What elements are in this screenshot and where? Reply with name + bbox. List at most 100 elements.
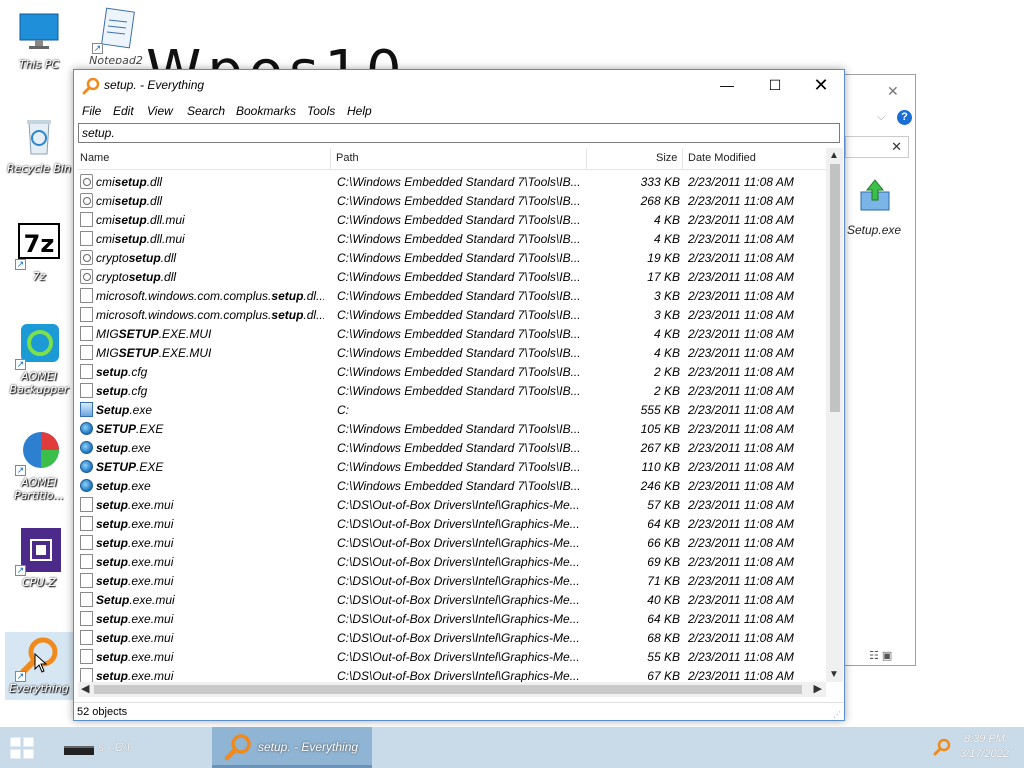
results-list[interactable]: ⌃ Name Path Size Date Modified cmisetup.… — [78, 148, 843, 682]
taskbar-item-everything[interactable]: setup. - Everything — [212, 727, 372, 768]
file-doc-icon — [80, 212, 93, 227]
column-header-path[interactable]: Path — [336, 152, 359, 164]
result-row[interactable]: setup.exe.mui C:\DS\Out-of-Box Drivers\In… — [78, 514, 826, 533]
menu-edit[interactable]: Edit — [113, 104, 134, 118]
resize-grip-icon[interactable]: ⋰ — [833, 710, 841, 719]
help-icon[interactable]: ? — [897, 110, 912, 125]
menu-bookmarks[interactable]: Bookmarks — [236, 104, 296, 118]
result-row[interactable]: setup.exe C:\Windows Embedded Standard 7\… — [78, 476, 826, 495]
menu-view[interactable]: View — [147, 104, 173, 118]
result-row[interactable]: setup.cfg C:\Windows Embedded Standard 7\… — [78, 362, 826, 381]
shortcut-arrow-icon: ↗ — [15, 565, 26, 576]
start-button[interactable] — [10, 737, 36, 759]
result-date: 2/23/2011 11:08 AM — [688, 631, 794, 645]
file-exe-icon — [80, 479, 93, 492]
chevron-down-icon[interactable]: ⌵ — [877, 111, 885, 124]
scroll-left-icon[interactable]: ◀ — [81, 682, 89, 695]
scrollbar-thumb[interactable] — [830, 164, 840, 412]
column-header-date-modified[interactable]: Date Modified — [688, 152, 756, 164]
name-suffix: .exe — [129, 403, 153, 417]
result-row[interactable]: SETUP.EXE C:\Windows Embedded Standard 7\… — [78, 419, 826, 438]
setup-exe-label[interactable]: Setup.exe — [847, 223, 901, 237]
result-row[interactable]: microsoft.windows.com.complus.setup.dl..… — [78, 305, 826, 324]
close-icon[interactable]: ✕ — [887, 83, 899, 100]
view-toggle-icons[interactable]: ☷ ▣ — [869, 649, 892, 662]
result-row[interactable]: SETUP.EXE C:\Windows Embedded Standard 7\… — [78, 457, 826, 476]
result-row[interactable]: MIGSETUP.EXE.MUI C:\Windows Embedded Stan… — [78, 343, 826, 362]
title-bar[interactable]: setup. - Everything — ☐ ✕ — [74, 70, 844, 102]
desktop-icon-this-pc[interactable]: This PC — [5, 10, 73, 71]
result-row[interactable]: cryptosetup.dll C:\Windows Embedded Stand… — [78, 248, 826, 267]
tray-everything-icon[interactable] — [933, 738, 951, 756]
file-gear-icon — [80, 250, 93, 265]
result-row[interactable]: setup.exe.mui C:\DS\Out-of-Box Drivers\In… — [78, 666, 826, 682]
setup-exe-icon[interactable] — [857, 178, 893, 212]
maximize-button[interactable]: ☐ — [752, 70, 798, 100]
result-row[interactable]: Setup.exe.mui C:\DS\Out-of-Box Drivers\In… — [78, 590, 826, 609]
result-row[interactable]: cmisetup.dll C:\Windows Embedded Standard… — [78, 191, 826, 210]
result-row[interactable]: setup.exe.mui C:\DS\Out-of-Box Drivers\In… — [78, 571, 826, 590]
result-date: 2/23/2011 11:08 AM — [688, 289, 794, 303]
desktop-icon-recycle-bin[interactable]: Recycle Bin — [5, 114, 73, 175]
monitor-icon — [17, 10, 61, 54]
desktop-icon-7z[interactable]: 7z ↗ 7z — [5, 222, 73, 283]
result-size: 57 KB — [647, 498, 680, 512]
menu-search[interactable]: Search — [187, 104, 225, 118]
result-row[interactable]: setup.exe.mui C:\DS\Out-of-Box Drivers\In… — [78, 552, 826, 571]
result-name: setup.exe.mui — [96, 498, 324, 512]
result-row[interactable]: setup.cfg C:\Windows Embedded Standard 7\… — [78, 381, 826, 400]
desktop-icon-aomei-backupper[interactable]: ↗ AOMEI Backupper — [5, 322, 73, 396]
everything-window[interactable]: setup. - Everything — ☐ ✕ File Edit View… — [73, 69, 845, 721]
result-date: 2/23/2011 11:08 AM — [688, 270, 794, 284]
result-row[interactable]: setup.exe.mui C:\DS\Out-of-Box Drivers\In… — [78, 647, 826, 666]
result-name: microsoft.windows.com.complus.setup.dl..… — [96, 308, 324, 322]
column-divider[interactable] — [586, 148, 587, 170]
result-row[interactable]: Setup.exe C: 555 KB 2/23/2011 11:08 AM — [78, 400, 826, 419]
name-suffix: .exe — [128, 441, 151, 455]
menu-tools[interactable]: Tools — [307, 104, 335, 118]
column-header-name[interactable]: Name — [80, 152, 109, 164]
horizontal-scrollbar[interactable]: ◀ ▶ — [78, 682, 826, 697]
explorer-search-input[interactable]: ✕ — [845, 136, 909, 158]
desktop-icon-cpu-z[interactable]: ↗ CPU-Z — [5, 528, 73, 589]
result-name: setup.exe.mui — [96, 612, 324, 626]
system-clock[interactable]: 8:39 PM 3/17/2022 — [960, 732, 1009, 762]
scroll-down-icon[interactable]: ▼ — [829, 669, 839, 680]
menu-help[interactable]: Help — [347, 104, 372, 118]
name-match: setup — [114, 213, 147, 227]
search-input[interactable]: setup. — [78, 123, 840, 143]
scroll-up-icon[interactable]: ▲ — [829, 150, 839, 161]
result-row[interactable]: cmisetup.dll.mui C:\Windows Embedded Stan… — [78, 229, 826, 248]
column-header-size[interactable]: Size — [656, 152, 677, 164]
result-row[interactable]: cryptosetup.dll C:\Windows Embedded Stand… — [78, 267, 826, 286]
result-row[interactable]: setup.exe.mui C:\DS\Out-of-Box Drivers\In… — [78, 609, 826, 628]
column-divider[interactable] — [330, 148, 331, 170]
file-doc-icon — [80, 668, 93, 682]
sort-ascending-icon: ⌃ — [198, 148, 206, 154]
result-row[interactable]: cmisetup.dll.mui C:\Windows Embedded Stan… — [78, 210, 826, 229]
result-size: 69 KB — [647, 555, 680, 569]
clear-search-icon[interactable]: ✕ — [891, 139, 902, 155]
result-name: SETUP.EXE — [96, 460, 324, 474]
desktop-icon-notepad2[interactable]: ↗ Notepad2 — [82, 6, 150, 64]
menu-file[interactable]: File — [82, 104, 101, 118]
result-row[interactable]: MIGSETUP.EXE.MUI C:\Windows Embedded Stan… — [78, 324, 826, 343]
result-row[interactable]: microsoft.windows.com.complus.setup.dl..… — [78, 286, 826, 305]
result-size: 64 KB — [647, 612, 680, 626]
scroll-right-icon[interactable]: ▶ — [814, 682, 822, 695]
result-row[interactable]: setup.exe.mui C:\DS\Out-of-Box Drivers\In… — [78, 495, 826, 514]
desktop-icon-aomei-partition[interactable]: ↗ AOMEI Partitio... — [5, 428, 73, 502]
name-prefix: cmi — [96, 232, 115, 246]
name-match: setup — [114, 194, 147, 208]
vertical-scrollbar[interactable]: ▲ ▼ — [826, 148, 843, 682]
scrollbar-thumb[interactable] — [94, 685, 802, 694]
close-button[interactable]: ✕ — [798, 70, 844, 100]
result-row[interactable]: setup.exe.mui C:\DS\Out-of-Box Drivers\In… — [78, 628, 826, 647]
result-row[interactable]: setup.exe.mui C:\DS\Out-of-Box Drivers\In… — [78, 533, 826, 552]
result-row[interactable]: setup.exe C:\Windows Embedded Standard 7\… — [78, 438, 826, 457]
result-row[interactable]: cmisetup.dll C:\Windows Embedded Standard… — [78, 172, 826, 191]
taskbar-item-cmd[interactable]: s - C:\ — [60, 727, 202, 768]
result-path: C:\Windows Embedded Standard 7\Tools\IB.… — [337, 194, 581, 208]
minimize-button[interactable]: — — [704, 70, 750, 100]
column-divider[interactable] — [682, 148, 683, 170]
